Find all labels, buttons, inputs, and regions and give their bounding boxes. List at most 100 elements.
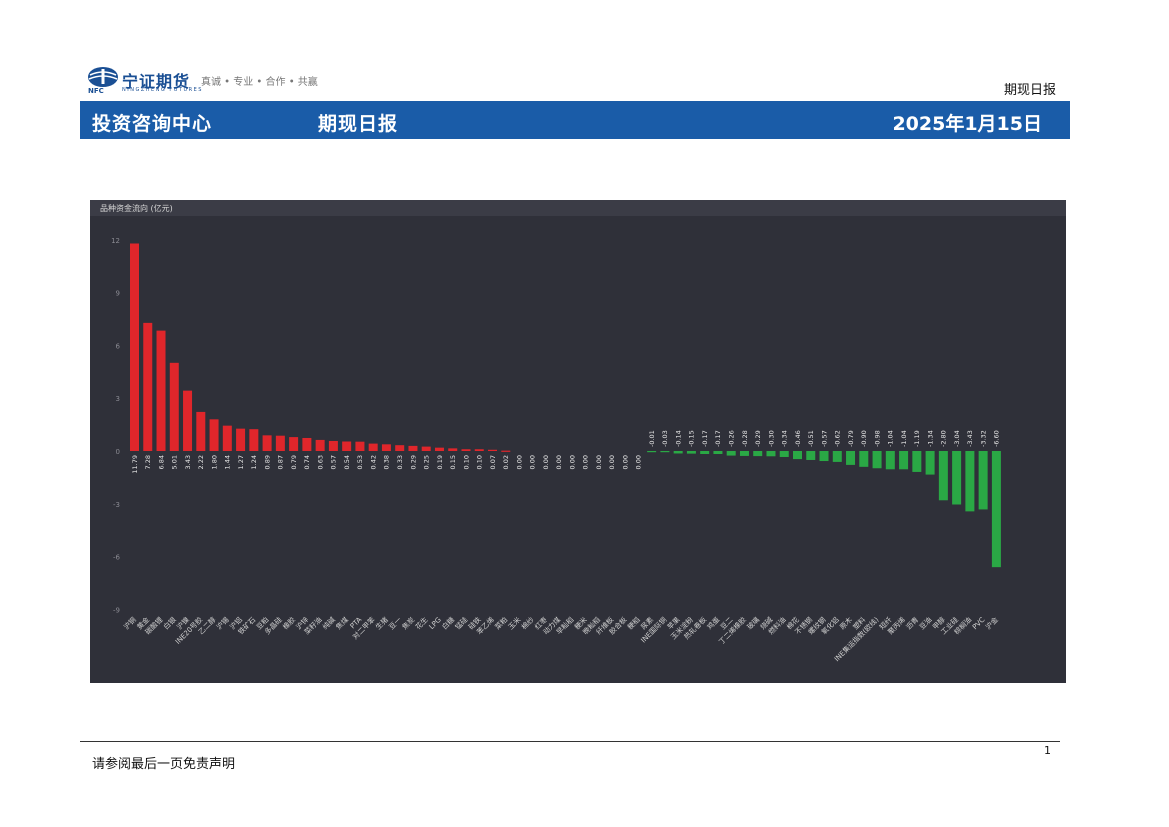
category-label: 沪金 [984,615,1000,631]
bar [700,451,710,454]
value-label: 0.00 [595,455,603,469]
globe-logo-icon [88,67,118,87]
value-label: 6.84 [157,455,165,469]
bar [381,444,391,451]
bar [488,449,498,451]
bar [355,441,365,451]
bar [885,451,895,470]
value-label: 0.00 [555,455,563,469]
bar [474,449,484,451]
value-label: -0.17 [701,430,709,447]
bar [859,451,869,467]
value-label: 5.01 [171,455,179,469]
category-label: 白银 [161,615,177,631]
chart-svg: 品种资金流向 (亿元)-9-6-303691211.79沪铜7.28黄金6.84… [90,200,1066,663]
category-label: 锰硅 [453,615,469,631]
value-label: -0.34 [781,430,789,447]
value-label: 0.29 [409,455,417,469]
bar [209,419,219,451]
bar [222,425,232,451]
value-label: 0.00 [529,455,537,469]
value-label: -0.51 [807,430,815,447]
bar [315,439,325,451]
value-label: -1.19 [913,430,921,447]
value-label: -2.80 [940,430,948,447]
value-label: 0.00 [515,455,523,469]
bar [726,451,736,456]
value-label: 0.53 [356,455,364,469]
y-tick-label: 6 [116,342,121,350]
category-label: 棉纱 [519,615,535,631]
value-label: -0.46 [794,430,802,447]
category-label: 粳稻 [626,615,642,631]
value-label: -3.32 [979,430,987,447]
bar [169,362,179,451]
bar [262,435,272,451]
category-label: 焦煤 [334,615,350,631]
value-label: -0.14 [674,430,682,447]
value-label: 2.22 [197,455,205,469]
fund-flow-chart: 品种资金流向 (亿元) -9 -6 -3 0 3 6 9 12 11.79 沪铜 7.28 黄金 6.84… [90,200,1066,683]
category-label: 沪锡 [214,615,230,631]
logo-slogan: 真诚 • 专业 • 合作 • 共赢 [201,77,318,88]
bar [395,445,405,451]
bar [872,451,882,469]
bar [965,451,975,512]
category-label: 豆油 [917,615,933,631]
y-tick-label: 0 [116,448,120,456]
value-label: -1.04 [900,430,908,447]
value-label: -6.60 [993,430,1001,447]
y-tick-label: -6 [113,554,121,562]
value-label: 0.10 [462,455,470,469]
value-label: -0.79 [847,430,855,447]
bar [143,322,153,451]
value-label: 0.00 [635,455,643,469]
value-label: -3.43 [966,430,974,447]
bar [793,451,802,460]
bar [328,440,338,451]
bar [236,428,246,451]
value-label: 1.24 [250,455,258,469]
value-label: -0.26 [728,430,736,447]
value-label: -0.57 [820,430,828,447]
logo-english-name: NINGZHENG FUTURES [122,87,203,93]
bar [501,450,511,452]
logo-abbreviation: NFC [88,87,104,95]
value-label: 0.02 [502,455,510,469]
bar [753,451,763,457]
category-label: 鸡蛋 [705,615,721,631]
category-label: LPG [428,616,443,631]
value-label: 0.54 [343,455,351,469]
bar [846,451,856,465]
bar [196,411,206,451]
page-number: 1 [1044,744,1051,757]
report-title: 期现日报 [318,113,399,135]
bar [673,451,683,454]
bar [130,243,139,451]
value-label: 0.19 [436,455,444,469]
value-label: 0.25 [423,455,431,469]
value-label: -0.28 [741,430,749,447]
category-label: 橡胶 [281,615,297,631]
value-label: 1.27 [237,455,245,469]
category-label: 白糖 [440,615,456,631]
value-label: -0.17 [714,430,722,447]
value-label: -1.34 [926,430,934,447]
chart-title-strip [90,200,1066,216]
bar [952,451,962,505]
bar [925,451,935,475]
value-label: 1.80 [210,455,218,469]
value-label: -0.01 [648,430,656,447]
category-label: 原木 [838,615,854,631]
value-label: -3.04 [953,430,961,447]
y-tick-label: -3 [113,501,120,509]
bar [739,451,749,456]
category-label: 沥青 [904,615,920,631]
y-tick-label: 9 [116,290,120,298]
chart-title: 品种资金流向 (亿元) [100,203,173,213]
bar [779,451,789,457]
value-label: 0.10 [476,455,484,469]
footer-divider [80,741,1060,742]
value-label: 0.00 [568,455,576,469]
value-label: -1.04 [887,430,895,447]
